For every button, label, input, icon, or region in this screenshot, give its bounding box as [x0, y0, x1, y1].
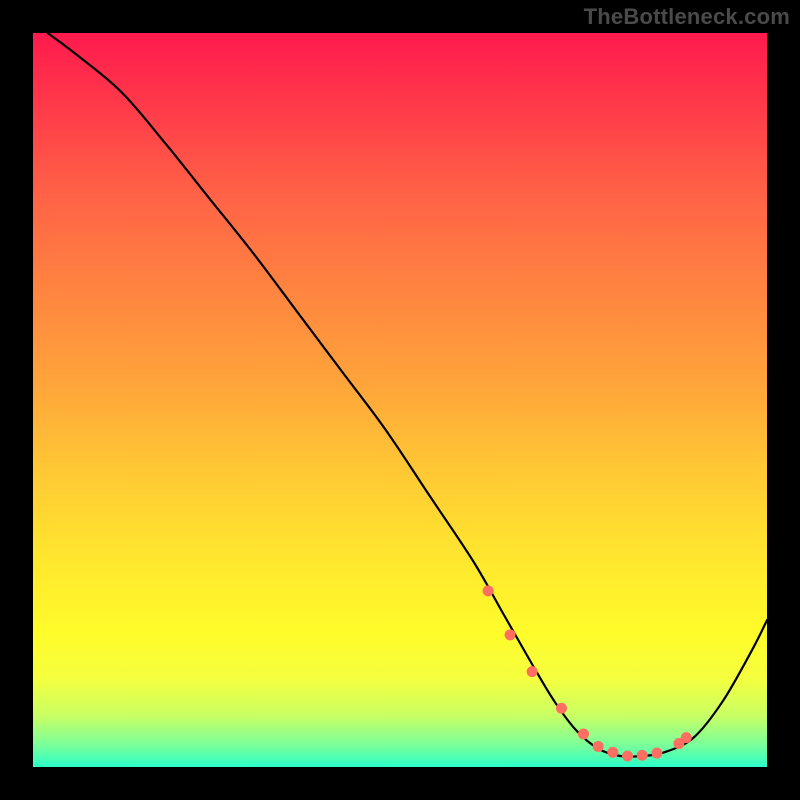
marker-dot — [681, 732, 692, 743]
marker-dot — [651, 748, 662, 759]
marker-dot — [593, 741, 604, 752]
marker-dot — [637, 750, 648, 761]
curve-path — [48, 33, 767, 757]
watermark-text: TheBottleneck.com — [584, 4, 790, 30]
marker-dot — [556, 703, 567, 714]
marker-dot — [527, 666, 538, 677]
marker-dot — [483, 585, 494, 596]
marker-dot — [622, 750, 633, 761]
marker-group — [483, 585, 692, 761]
curve-svg — [33, 33, 767, 767]
marker-dot — [505, 629, 516, 640]
marker-dot — [578, 728, 589, 739]
marker-dot — [607, 747, 618, 758]
plot-area — [33, 33, 767, 767]
chart-frame: TheBottleneck.com — [0, 0, 800, 800]
